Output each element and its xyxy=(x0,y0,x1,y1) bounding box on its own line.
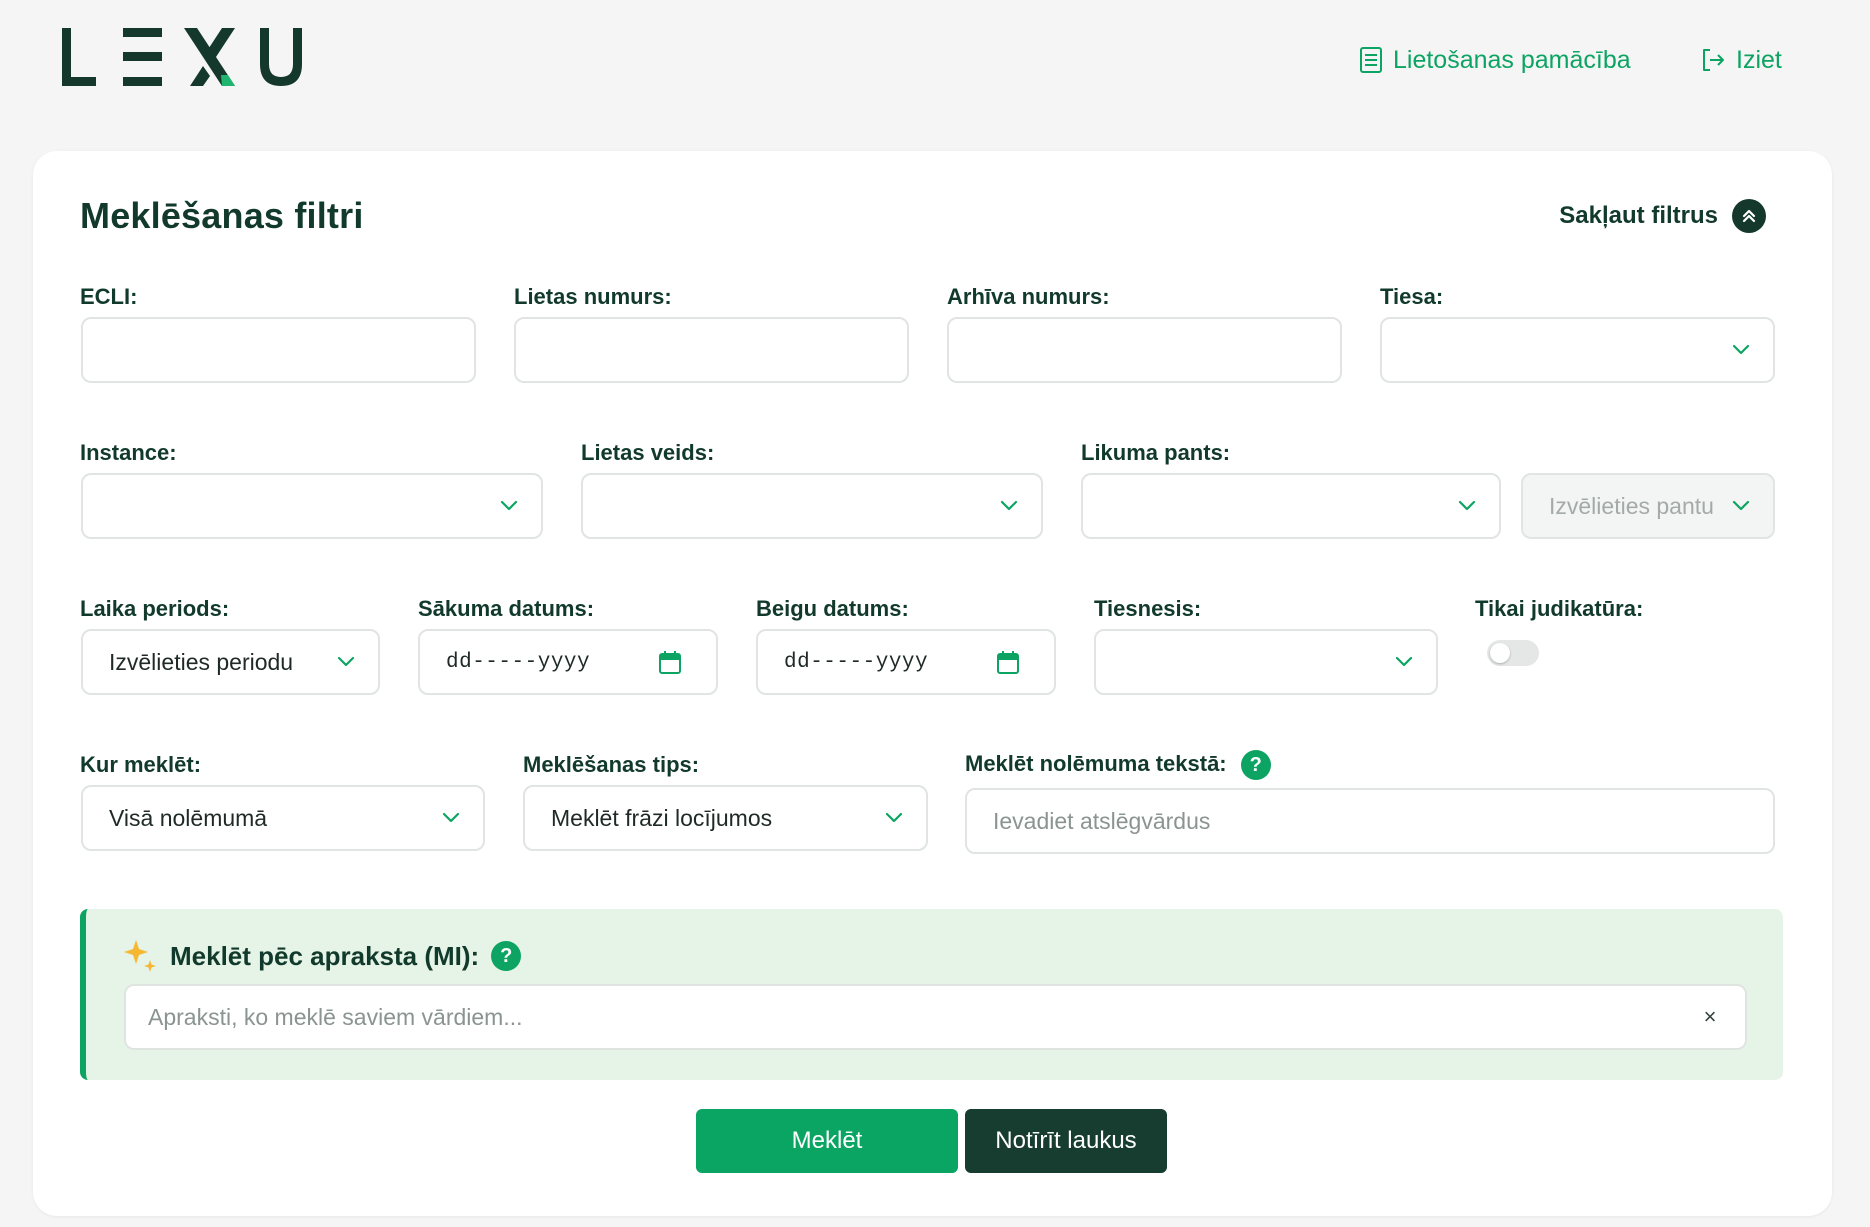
instance-select[interactable] xyxy=(81,473,543,539)
search-type-value: Meklēt frāzi locījumos xyxy=(551,804,773,831)
help-icon[interactable]: ? xyxy=(1240,750,1271,780)
judge-select[interactable] xyxy=(1094,629,1438,695)
chevron-down-icon xyxy=(442,812,460,823)
chevrons-up-icon xyxy=(1732,199,1766,233)
search-type-select[interactable]: Meklēt frāzi locījumos xyxy=(523,785,928,851)
collapse-filters-button[interactable]: Sakļaut filtrus xyxy=(1559,199,1766,233)
filters-title: Meklēšanas filtri xyxy=(80,195,364,236)
judicature-only-toggle[interactable] xyxy=(1487,640,1539,666)
text-search-input[interactable] xyxy=(993,790,1747,852)
close-icon[interactable]: × xyxy=(1697,1004,1723,1030)
court-label: Tiesa: xyxy=(1380,284,1444,309)
where-search-value: Visā nolēmumā xyxy=(109,804,268,831)
user-guide-label: Lietošanas pamācība xyxy=(1393,45,1631,74)
archive-number-field[interactable] xyxy=(947,317,1342,383)
case-number-input[interactable] xyxy=(542,319,881,381)
clear-fields-button[interactable]: Notīrīt laukus xyxy=(965,1109,1167,1173)
ai-search-field[interactable]: × xyxy=(124,984,1747,1050)
lexu-logo: LEXU xyxy=(62,28,302,86)
chevron-down-icon xyxy=(1458,500,1476,511)
ai-search-input[interactable] xyxy=(148,986,1697,1048)
chevron-down-icon xyxy=(1732,344,1750,355)
end-date-field[interactable]: dd-----yyyy xyxy=(756,629,1056,695)
instance-label: Instance: xyxy=(80,440,177,465)
judicature-only-label: Tikai judikatūra: xyxy=(1475,596,1644,621)
court-select[interactable] xyxy=(1380,317,1775,383)
case-number-field[interactable] xyxy=(514,317,909,383)
ecli-input[interactable] xyxy=(109,319,448,381)
calendar-icon[interactable] xyxy=(658,649,682,675)
text-search-field[interactable] xyxy=(965,788,1775,854)
chevron-down-icon xyxy=(337,656,355,667)
time-period-select[interactable]: Izvēlieties periodu xyxy=(81,629,380,695)
ecli-label: ECLI: xyxy=(80,284,138,309)
text-search-label-row: Meklēt nolēmuma tekstā: ? xyxy=(965,750,1271,780)
document-icon xyxy=(1360,47,1382,73)
archive-number-label: Arhīva numurs: xyxy=(947,284,1110,309)
search-button[interactable]: Meklēt xyxy=(696,1109,958,1173)
chevron-down-icon xyxy=(500,500,518,511)
start-date-label: Sākuma datums: xyxy=(418,596,595,621)
toggle-knob xyxy=(1490,643,1510,663)
law-article-label: Likuma pants: xyxy=(1081,440,1231,465)
article-placeholder: Izvēlieties pantu xyxy=(1549,492,1714,519)
case-number-label: Lietas numurs: xyxy=(514,284,672,309)
sparkle-icon xyxy=(124,940,156,972)
ai-search-label: Meklēt pēc apraksta (MI): xyxy=(170,940,480,971)
archive-number-input[interactable] xyxy=(975,319,1314,381)
help-icon[interactable]: ? xyxy=(491,941,522,971)
where-search-label: Kur meklēt: xyxy=(80,752,202,777)
case-type-select[interactable] xyxy=(581,473,1043,539)
calendar-icon[interactable] xyxy=(996,649,1020,675)
case-type-label: Lietas veids: xyxy=(581,440,715,465)
judge-label: Tiesnesis: xyxy=(1094,596,1202,621)
start-date-field[interactable]: dd-----yyyy xyxy=(418,629,718,695)
ai-search-title: Meklēt pēc apraksta (MI): ? xyxy=(122,938,522,974)
user-guide-link[interactable]: Lietošanas pamācība xyxy=(1359,42,1631,78)
chevron-down-icon xyxy=(1395,656,1413,667)
text-search-label: Meklēt nolēmuma tekstā: xyxy=(965,750,1227,776)
search-type-label: Meklēšanas tips: xyxy=(523,752,700,777)
time-period-value: Izvēlieties periodu xyxy=(109,648,294,675)
article-select: Izvēlieties pantu xyxy=(1521,473,1775,539)
chevron-down-icon xyxy=(1000,500,1018,511)
law-select[interactable] xyxy=(1081,473,1501,539)
ecli-field[interactable] xyxy=(81,317,476,383)
start-date-placeholder: dd-----yyyy xyxy=(446,650,591,674)
time-period-label: Laika periods: xyxy=(80,596,230,621)
end-date-label: Beigu datums: xyxy=(756,596,909,621)
logout-label: Iziet xyxy=(1736,45,1782,74)
collapse-filters-label: Sakļaut filtrus xyxy=(1559,202,1718,229)
logout-link[interactable]: Iziet xyxy=(1700,42,1782,78)
end-date-placeholder: dd-----yyyy xyxy=(784,650,929,674)
chevron-down-icon xyxy=(885,812,903,823)
logout-icon xyxy=(1703,49,1724,71)
chevron-down-icon xyxy=(1732,500,1750,511)
where-search-select[interactable]: Visā nolēmumā xyxy=(81,785,485,851)
